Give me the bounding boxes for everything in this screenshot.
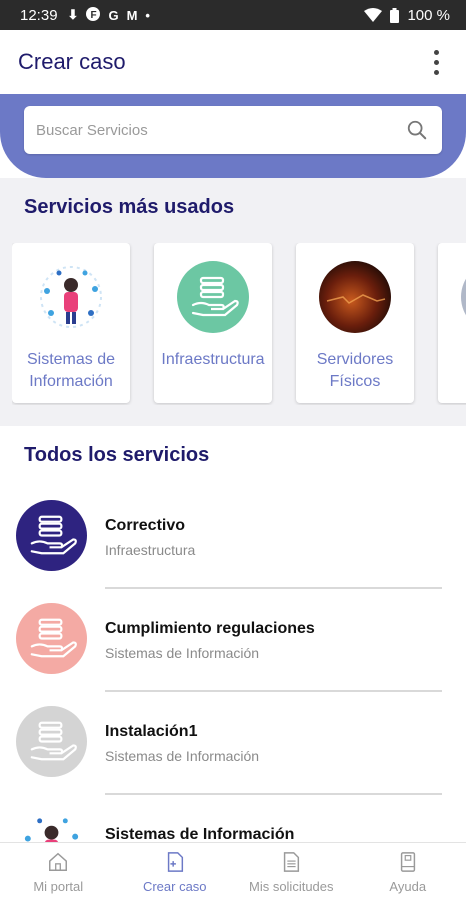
card-label: Sistemas de Información (26, 351, 116, 390)
dot-icon: • (145, 7, 150, 23)
nav-item-mi-portal[interactable]: Mi portal (0, 843, 117, 900)
nav-label: Crear caso (142, 879, 207, 894)
f-icon: F (86, 6, 101, 24)
nav-item-crear-caso[interactable]: Crear caso (117, 843, 234, 900)
hand-stack-icon (16, 706, 87, 777)
help-book-icon (400, 852, 415, 872)
status-bar: 12:39 ⬇ F G M • 100 % (0, 0, 466, 30)
download-icon: ⬇ (67, 7, 79, 22)
service-card[interactable]: Servidores Físicos (296, 243, 414, 403)
page-title: Crear caso (18, 49, 126, 74)
card-label: Infraestructura (161, 351, 265, 368)
card-label: Ca (441, 349, 466, 371)
search-box (24, 106, 442, 154)
wifi-icon (364, 8, 383, 22)
service-card[interactable]: Infraestructura (154, 243, 272, 403)
service-category: Infraestructura (105, 542, 196, 558)
search-header (0, 94, 466, 178)
service-card[interactable]: Ca (438, 243, 466, 403)
nav-item-mis-solicitudes[interactable]: Mis solicitudes (233, 843, 350, 900)
notification-icons: ⬇ F G M • (67, 6, 150, 24)
list-item[interactable]: Correctivo Infraestructura (0, 486, 466, 589)
list-item[interactable]: Instalación1 Sistemas de Información (0, 692, 466, 795)
most-used-carousel[interactable]: Sistemas de Información Infraestructura … (12, 243, 466, 405)
google-icon: G (108, 7, 119, 23)
hand-stack-icon (16, 603, 87, 674)
hand-stack-icon (177, 261, 249, 333)
home-icon (49, 852, 68, 871)
overflow-menu-icon[interactable] (424, 47, 448, 77)
services-list: Correctivo Infraestructura Cumplimiento … (0, 486, 466, 898)
create-case-icon (167, 852, 183, 872)
list-item[interactable]: Cumplimiento regulaciones Sistemas de In… (0, 589, 466, 692)
service-card[interactable]: Sistemas de Información (12, 243, 130, 403)
card-label: Servidores Físicos (316, 351, 394, 390)
nav-label: Mis solicitudes (248, 879, 334, 894)
service-category: Sistemas de Información (105, 748, 260, 764)
service-category: Sistemas de Información (105, 645, 260, 661)
requests-icon (284, 852, 300, 872)
svg-text:F: F (91, 10, 97, 21)
service-name: Correctivo (105, 517, 186, 534)
battery-percent: 100 % (407, 6, 450, 24)
nav-label: Mi portal (33, 879, 84, 894)
nav-item-ayuda[interactable]: Ayuda (350, 843, 466, 900)
service-name: Cumplimiento regulaciones (105, 620, 315, 637)
bottom-nav: Mi portal Crear caso Mis solicitudes Ayu… (0, 842, 466, 900)
service-name: Instalación1 (105, 723, 198, 740)
status-time: 12:39 (20, 6, 58, 24)
mail-icon: M (126, 7, 138, 23)
hand-stack-icon (16, 500, 87, 571)
app-bar: Crear caso (0, 30, 466, 94)
partial-card-icon (461, 261, 466, 333)
server-photo-icon (319, 261, 391, 333)
search-input[interactable] (36, 121, 406, 139)
all-services-title: Todos los servicios (24, 444, 210, 466)
search-icon[interactable] (406, 119, 428, 141)
battery-icon (390, 7, 400, 23)
people-illustration-icon (35, 261, 107, 333)
nav-label: Ayuda (389, 879, 427, 894)
most-used-title: Servicios más usados (24, 196, 235, 218)
